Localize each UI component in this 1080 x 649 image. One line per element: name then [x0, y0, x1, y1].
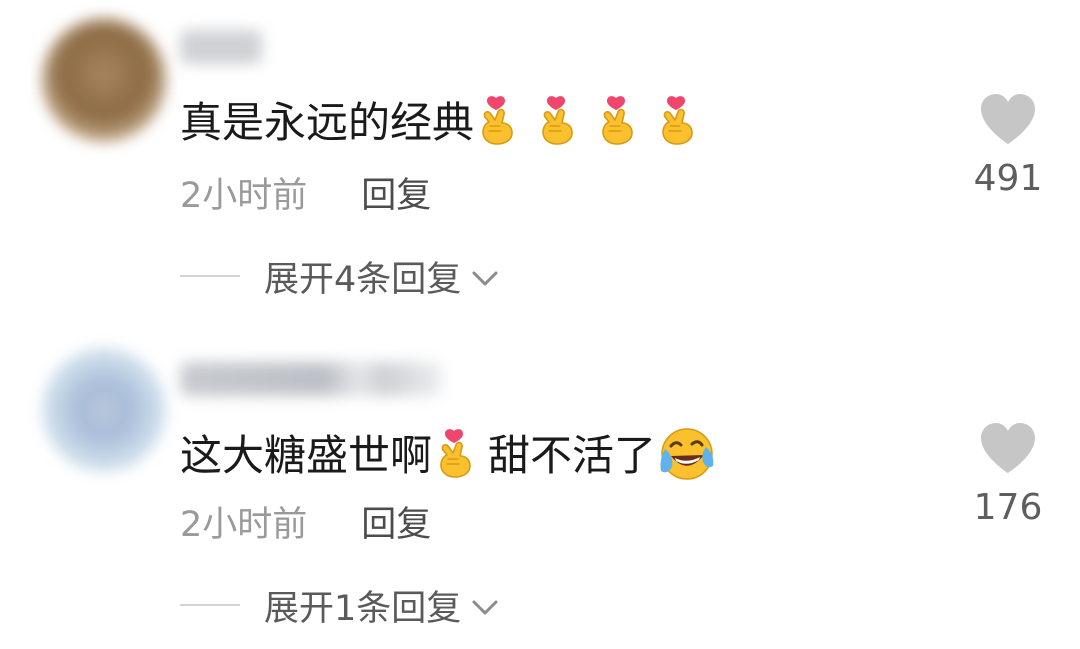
divider [180, 604, 240, 606]
comment-timestamp: 2小时前 [180, 504, 308, 545]
expand-replies-button[interactable]: 展开4条回复 [180, 250, 499, 302]
like-button[interactable]: 491 [962, 93, 1054, 213]
comment-text: 真是永远的经典 [180, 95, 714, 148]
comment-item: 真是永远的经典 2小时前 回复 491 展开4条回复 [0, 0, 1080, 320]
reply-button[interactable]: 回复 [361, 496, 431, 547]
reply-button[interactable]: 回复 [361, 167, 431, 218]
comment-meta: 2小时前 回复 [180, 168, 431, 216]
username-blurred[interactable] [180, 30, 262, 64]
expand-replies-label[interactable]: 展开1条回复 [264, 580, 461, 631]
heart-fingers-icon [654, 95, 698, 145]
comment-timestamp: 2小时前 [180, 175, 308, 216]
chevron-down-icon[interactable] [471, 597, 499, 617]
divider [180, 275, 240, 277]
like-button[interactable]: 176 [962, 422, 1054, 542]
comment-text: 这大糖盛世啊 甜不活了 [180, 425, 718, 481]
heart-fingers-icon [474, 95, 518, 145]
comment-body: 这大糖盛世啊 [180, 431, 433, 480]
like-count: 176 [973, 487, 1043, 528]
rolling-laughing-icon [656, 425, 718, 481]
comment-body: 真是永远的经典 [180, 98, 475, 147]
heart-icon[interactable] [979, 422, 1037, 474]
heart-fingers-icon [534, 95, 578, 145]
comment-meta: 2小时前 回复 [180, 497, 431, 545]
username-blurred[interactable] [180, 362, 442, 396]
comment-body-continued: 甜不活了 [488, 431, 657, 480]
expand-replies-button[interactable]: 展开1条回复 [180, 579, 499, 631]
avatar[interactable] [42, 348, 166, 472]
comment-item: 这大糖盛世啊 甜不活了 2小时前 回复 176 展开1条回复 [0, 329, 1080, 649]
heart-icon[interactable] [979, 93, 1037, 145]
like-count: 491 [973, 158, 1043, 199]
comment-list: 真是永远的经典 2小时前 回复 491 展开4条回复 这大糖盛世啊 甜不活了 2小… [0, 0, 1080, 649]
expand-replies-label[interactable]: 展开4条回复 [264, 251, 461, 302]
avatar[interactable] [42, 18, 166, 142]
chevron-down-icon[interactable] [471, 268, 499, 288]
heart-fingers-icon [594, 95, 638, 145]
heart-fingers-icon [432, 428, 476, 478]
